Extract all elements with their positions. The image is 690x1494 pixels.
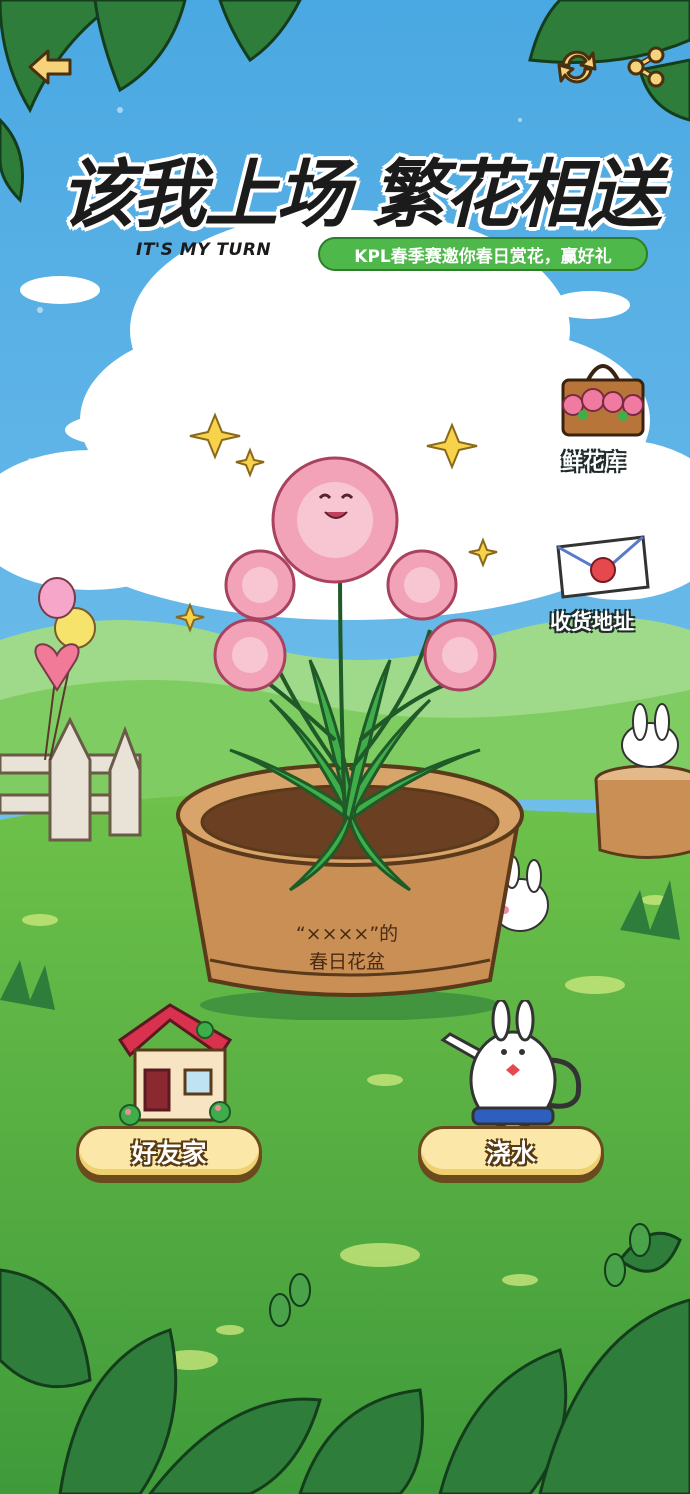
back-arrow-icon [28, 49, 72, 85]
pot-label: “××××”的 春日花盆 [262, 920, 432, 976]
event-subtitle-banner: KPL春季赛邀你春日赏花，赢好礼 [318, 237, 648, 271]
flower-basket-icon[interactable] [548, 350, 658, 445]
friends-home-label: 好友家 [131, 1139, 207, 1168]
event-subtitle: KPL春季赛邀你春日赏花，赢好礼 [354, 246, 612, 267]
event-title-english: IT'S MY TURN [136, 240, 272, 260]
refresh-icon [557, 50, 597, 84]
water-label: 浇水 [485, 1139, 536, 1168]
event-title: 该我上场 繁花相送 [60, 152, 662, 238]
flower-library-button[interactable]: 鲜花库 [562, 446, 625, 476]
pot-name: 春日花盆 [308, 951, 385, 973]
envelope-icon[interactable] [553, 532, 653, 602]
friends-home-button[interactable]: 好友家 [76, 1126, 262, 1178]
refresh-button[interactable] [552, 44, 602, 90]
share-icon [627, 46, 665, 88]
shipping-address-button[interactable]: 收货地址 [550, 606, 634, 636]
pot-owner-name: “××××”的 [295, 923, 399, 945]
back-button[interactable] [24, 44, 76, 90]
cottage-illustration[interactable] [100, 1000, 240, 1130]
water-button[interactable]: 浇水 [418, 1126, 604, 1178]
watering-can-illustration[interactable] [438, 1000, 588, 1135]
share-button[interactable] [622, 44, 670, 90]
